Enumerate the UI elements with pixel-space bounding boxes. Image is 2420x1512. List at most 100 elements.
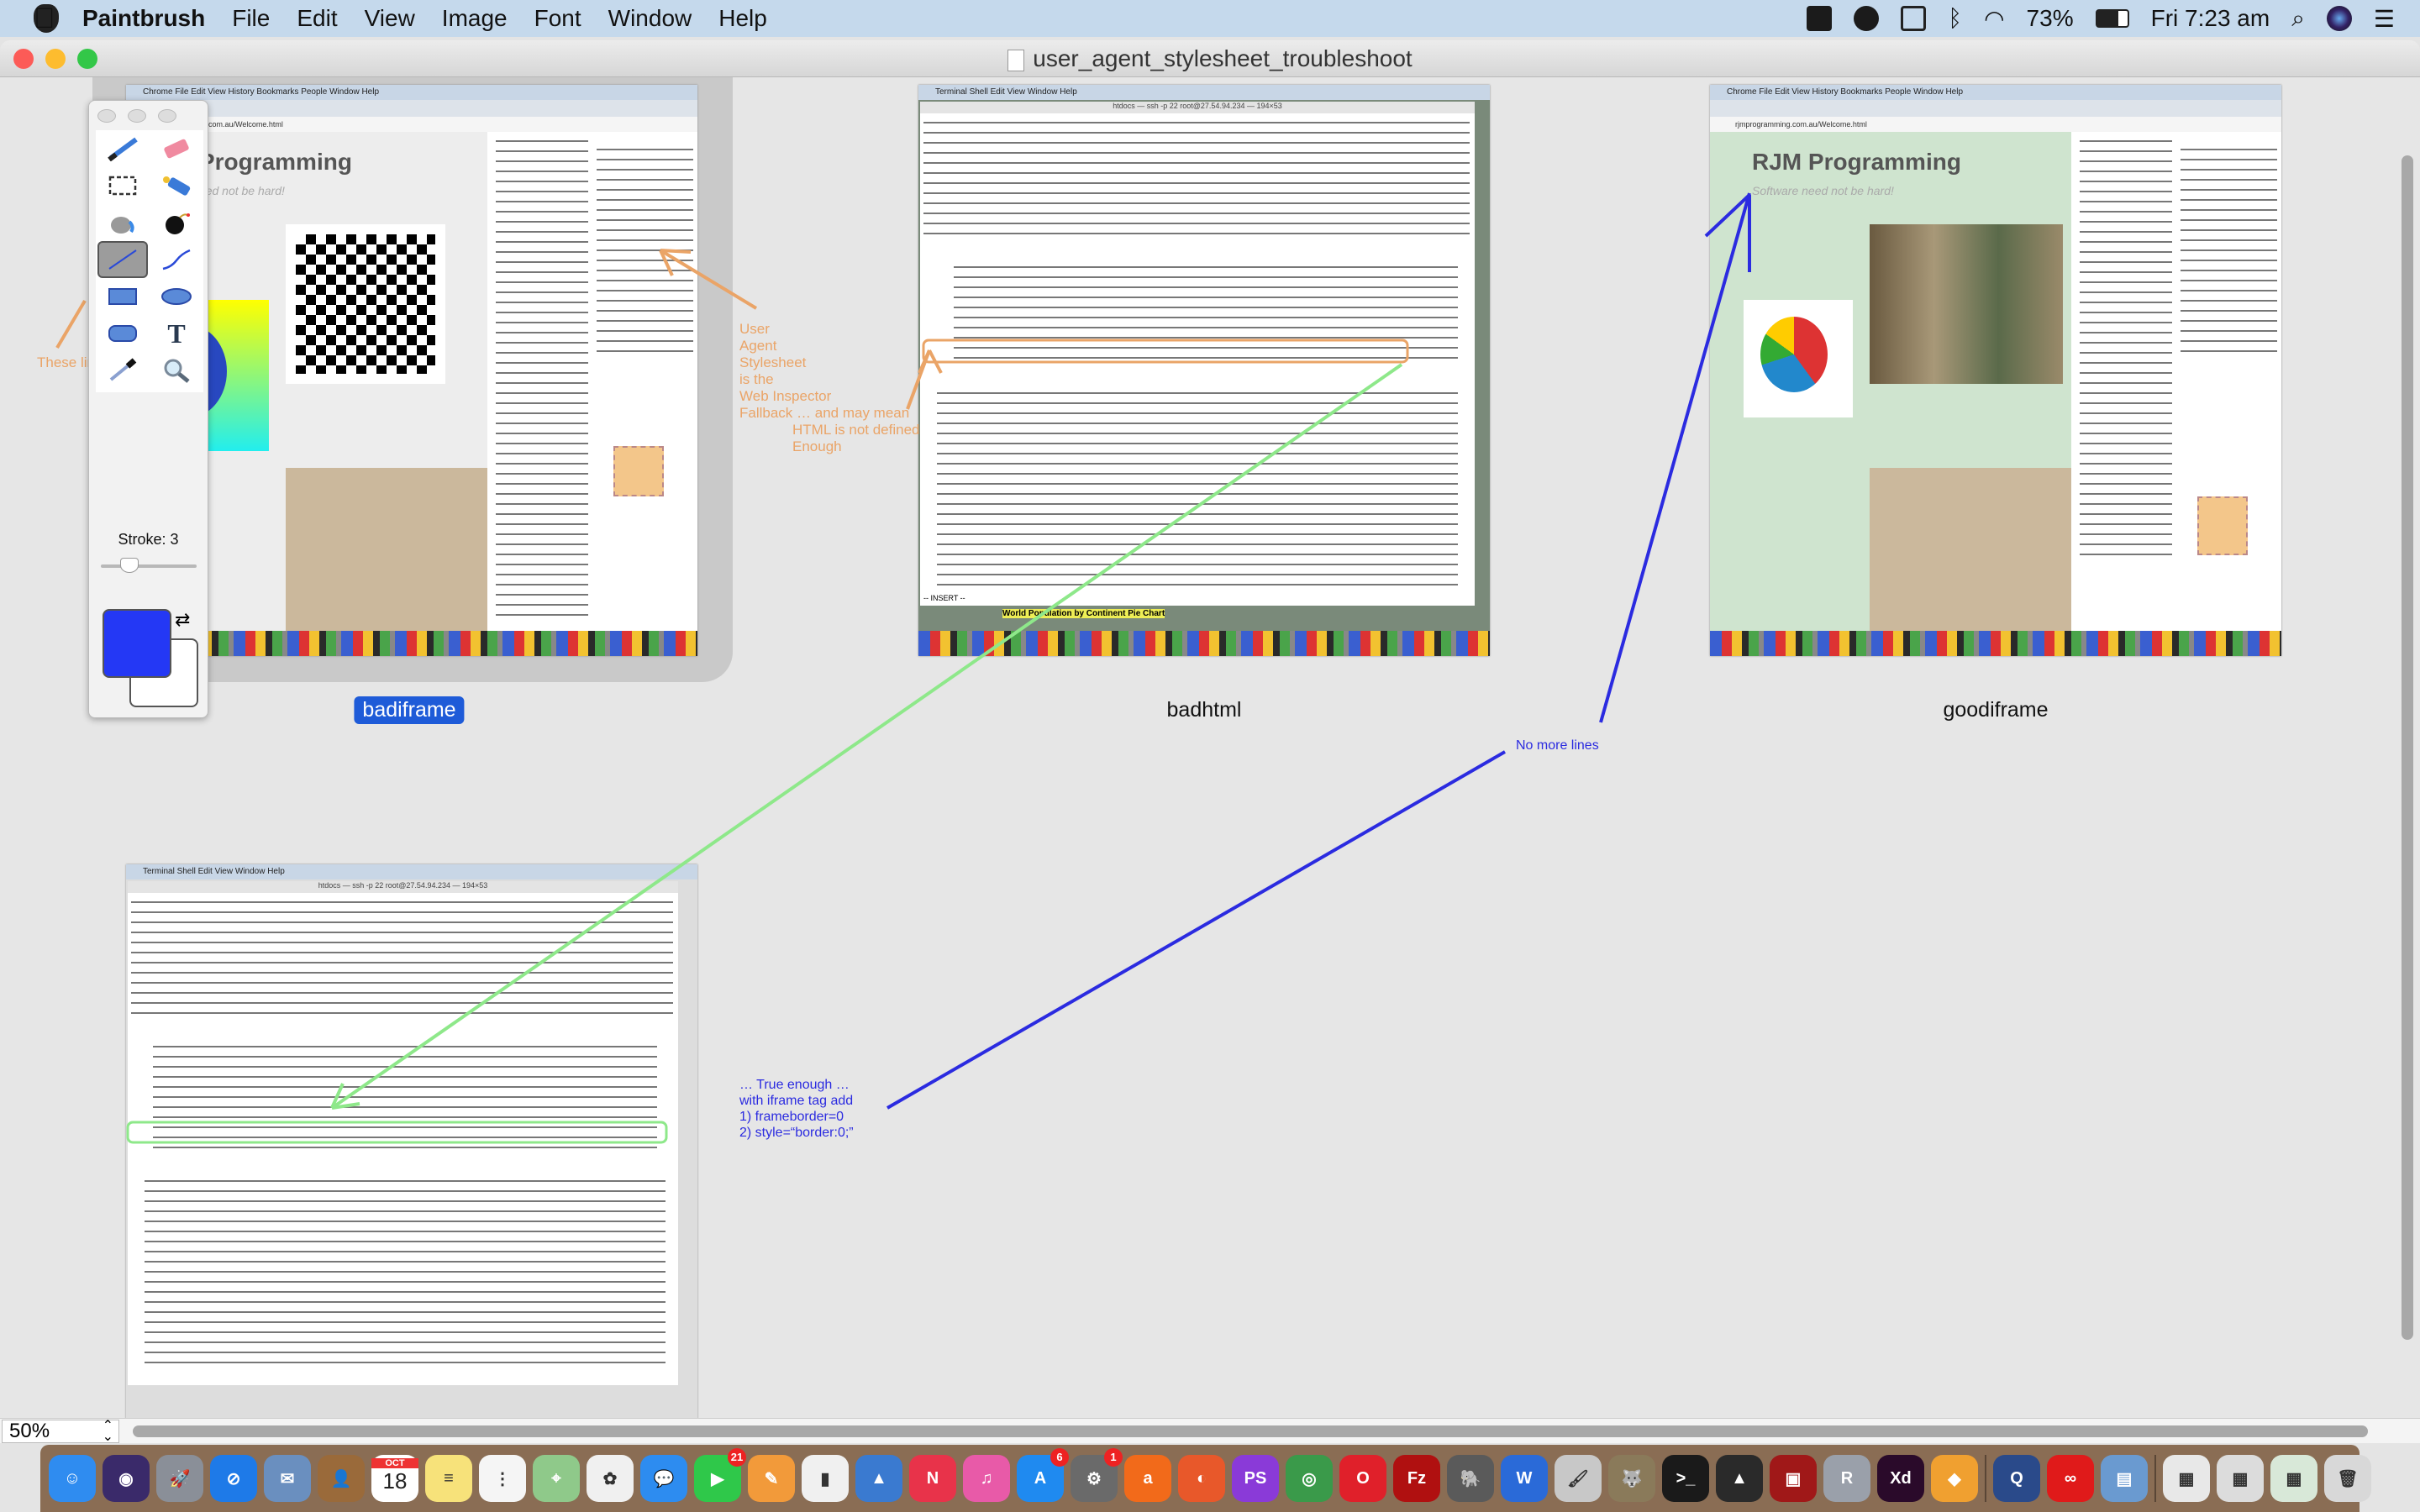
dock-item-photo-booth[interactable]: ▣ (1770, 1455, 1817, 1502)
dock-item-bbedit[interactable]: W (1501, 1455, 1548, 1502)
m-icon[interactable] (1854, 6, 1880, 31)
dock-item-safari[interactable]: ⊘ (210, 1455, 257, 1502)
zoom-select[interactable]: 50% ⌃ ⌄ (2, 1420, 119, 1444)
rounded-rectangle-tool[interactable] (103, 318, 142, 349)
dock-item-finder[interactable]: ☺ (49, 1455, 96, 1502)
dock-item-sequel-pro[interactable]: 🐘 (1447, 1455, 1494, 1502)
firefox-icon: ◐ (1196, 1468, 1207, 1488)
dock-item-paintbrush[interactable]: 🖌 (1555, 1455, 1602, 1502)
dock-item-app-store[interactable]: A6 (1017, 1448, 1069, 1502)
dock-item-filezilla[interactable]: Fz (1393, 1455, 1440, 1502)
stroke-slider-knob[interactable] (120, 558, 139, 573)
dock-item-photos[interactable]: ✿ (587, 1455, 634, 1502)
dock-item-numbers[interactable]: ▮ (802, 1455, 849, 1502)
dock-item-terminal[interactable]: >_ (1662, 1455, 1709, 1502)
dock-item-itunes[interactable]: ♫ (963, 1455, 1010, 1502)
swap-colors-icon[interactable]: ⇄ (175, 609, 190, 631)
ellipse-tool[interactable] (157, 281, 196, 312)
dock-item-quicktime[interactable]: Q (1993, 1455, 2040, 1502)
stroke-slider[interactable] (101, 558, 197, 573)
search-icon[interactable]: ⌕ (2291, 5, 2305, 33)
dock-item-system-preferences[interactable]: ⚙ 1 (1071, 1448, 1123, 1502)
eyedropper-tool[interactable] (103, 354, 142, 386)
dock-item-keynote[interactable]: ▲ (855, 1455, 902, 1502)
menu-view[interactable]: View (365, 5, 415, 32)
annotation-true-enough: … True enough … with iframe tag add 1) f… (739, 1077, 854, 1141)
line-tool[interactable] (97, 241, 148, 278)
dock-item-calendar[interactable]: OCT 18 (371, 1455, 418, 1502)
dock-item-contacts[interactable]: 👤 (318, 1455, 365, 1502)
menu-help[interactable]: Help (718, 5, 767, 32)
dock-item-news[interactable]: N (909, 1455, 956, 1502)
menu-image[interactable]: Image (442, 5, 508, 32)
dock-item-downloads-stack[interactable]: ▦ (2163, 1455, 2210, 1502)
menu-app-name[interactable]: Paintbrush (82, 5, 205, 32)
inkscape-icon: ▲ (1731, 1468, 1748, 1488)
calendar-day: 18 (382, 1467, 408, 1494)
apple-menu-icon[interactable]:  (34, 4, 59, 33)
airplay-icon[interactable] (1901, 6, 1927, 31)
clock[interactable]: Fri 7:23 am (2151, 5, 2270, 32)
annotation-user-agent: User Agent Stylesheet is the Web Inspect… (739, 321, 920, 455)
bomb-icon (166, 213, 190, 234)
dock-item-launchpad[interactable]: 🚀 (156, 1455, 203, 1502)
dock-item-inkscape[interactable]: ▲ (1716, 1455, 1763, 1502)
list-icon[interactable]: ☰ (2374, 5, 2395, 33)
bottom-bar: 50% ⌃ ⌄ (0, 1418, 2420, 1444)
dock-item-adobe-xd[interactable]: Xd (1877, 1455, 1924, 1502)
paintbrush-tool[interactable] (103, 133, 142, 165)
selection-tool[interactable] (103, 170, 142, 202)
orange-line-these (55, 299, 87, 349)
menu-window[interactable]: Window (608, 5, 692, 32)
dock-item-avast[interactable]: a (1124, 1455, 1171, 1502)
curve-tool[interactable] (157, 244, 196, 276)
malwarebytes-icon[interactable] (1807, 6, 1833, 31)
bluetooth-icon[interactable]: ᛒ (1948, 5, 1962, 32)
creative-cloud-icon: ∞ (2064, 1468, 2077, 1488)
dock-item-gimp[interactable]: 🐺 (1608, 1455, 1655, 1502)
menu-edit[interactable]: Edit (297, 5, 337, 32)
zoom-stepper-icon[interactable]: ⌃ ⌄ (103, 1420, 113, 1444)
dock-item-notes[interactable]: ≡ (425, 1455, 472, 1502)
dock-item-preview[interactable]: ▤ (2101, 1455, 2148, 1502)
curve-icon (162, 249, 191, 270)
palette-close-button[interactable] (97, 109, 116, 123)
canvas[interactable]: Chrome File Edit View History Bookmarks … (0, 77, 2420, 1418)
siri-icon[interactable] (2326, 6, 2352, 31)
dock-item-facetime[interactable]: ▶ 21 (694, 1448, 746, 1502)
dock-item-maps[interactable]: ⌖ (533, 1455, 580, 1502)
battery-icon[interactable] (2095, 9, 2129, 28)
dock-item-trash[interactable]: 🗑 (2324, 1455, 2371, 1502)
dock-item-sketch-like[interactable]: ◆ (1931, 1455, 1978, 1502)
spray-tool[interactable] (157, 170, 196, 202)
menu-file[interactable]: File (232, 5, 270, 32)
dock-item-messages[interactable]: 💬 (640, 1455, 687, 1502)
horizontal-scrollbar[interactable] (133, 1425, 2368, 1437)
eraser-tool[interactable] (157, 133, 196, 165)
dock-item-siri[interactable]: ◉ (103, 1455, 150, 1502)
dock-item-firefox[interactable]: ◐ (1178, 1455, 1225, 1502)
rectangle-tool[interactable] (103, 281, 142, 312)
dock-item-window-stack[interactable]: ▦ (2270, 1455, 2317, 1502)
wifi-icon[interactable]: ◠ (1984, 5, 2004, 33)
dock-item-r[interactable]: R (1823, 1455, 1870, 1502)
dock-item-reminders[interactable]: ⋮ (479, 1455, 526, 1502)
dock-item-opera[interactable]: O (1339, 1455, 1386, 1502)
dock-item-phpstorm[interactable]: PS (1232, 1455, 1279, 1502)
bomb-tool[interactable] (157, 207, 196, 239)
annotation-lines (55, 192, 1751, 1144)
dock-item-chrome[interactable]: ◎ (1286, 1455, 1333, 1502)
dock-item-recent-stack[interactable]: ▦ (2217, 1455, 2264, 1502)
foreground-color-well[interactable] (103, 609, 171, 678)
dock-item-pages[interactable]: ✎ (748, 1455, 795, 1502)
dock-item-creative-cloud[interactable]: ∞ (2047, 1455, 2094, 1502)
vertical-scrollbar[interactable] (2402, 155, 2413, 1340)
menu-font[interactable]: Font (534, 5, 581, 32)
bucket-tool[interactable] (103, 207, 142, 239)
rounded-rectangle-icon (108, 325, 137, 342)
palette-minimize-button[interactable] (128, 109, 146, 123)
palette-zoom-button[interactable] (158, 109, 176, 123)
text-tool[interactable]: T (157, 318, 196, 349)
magnifier-tool[interactable] (157, 354, 196, 386)
dock-item-mail[interactable]: ✉ (264, 1455, 311, 1502)
